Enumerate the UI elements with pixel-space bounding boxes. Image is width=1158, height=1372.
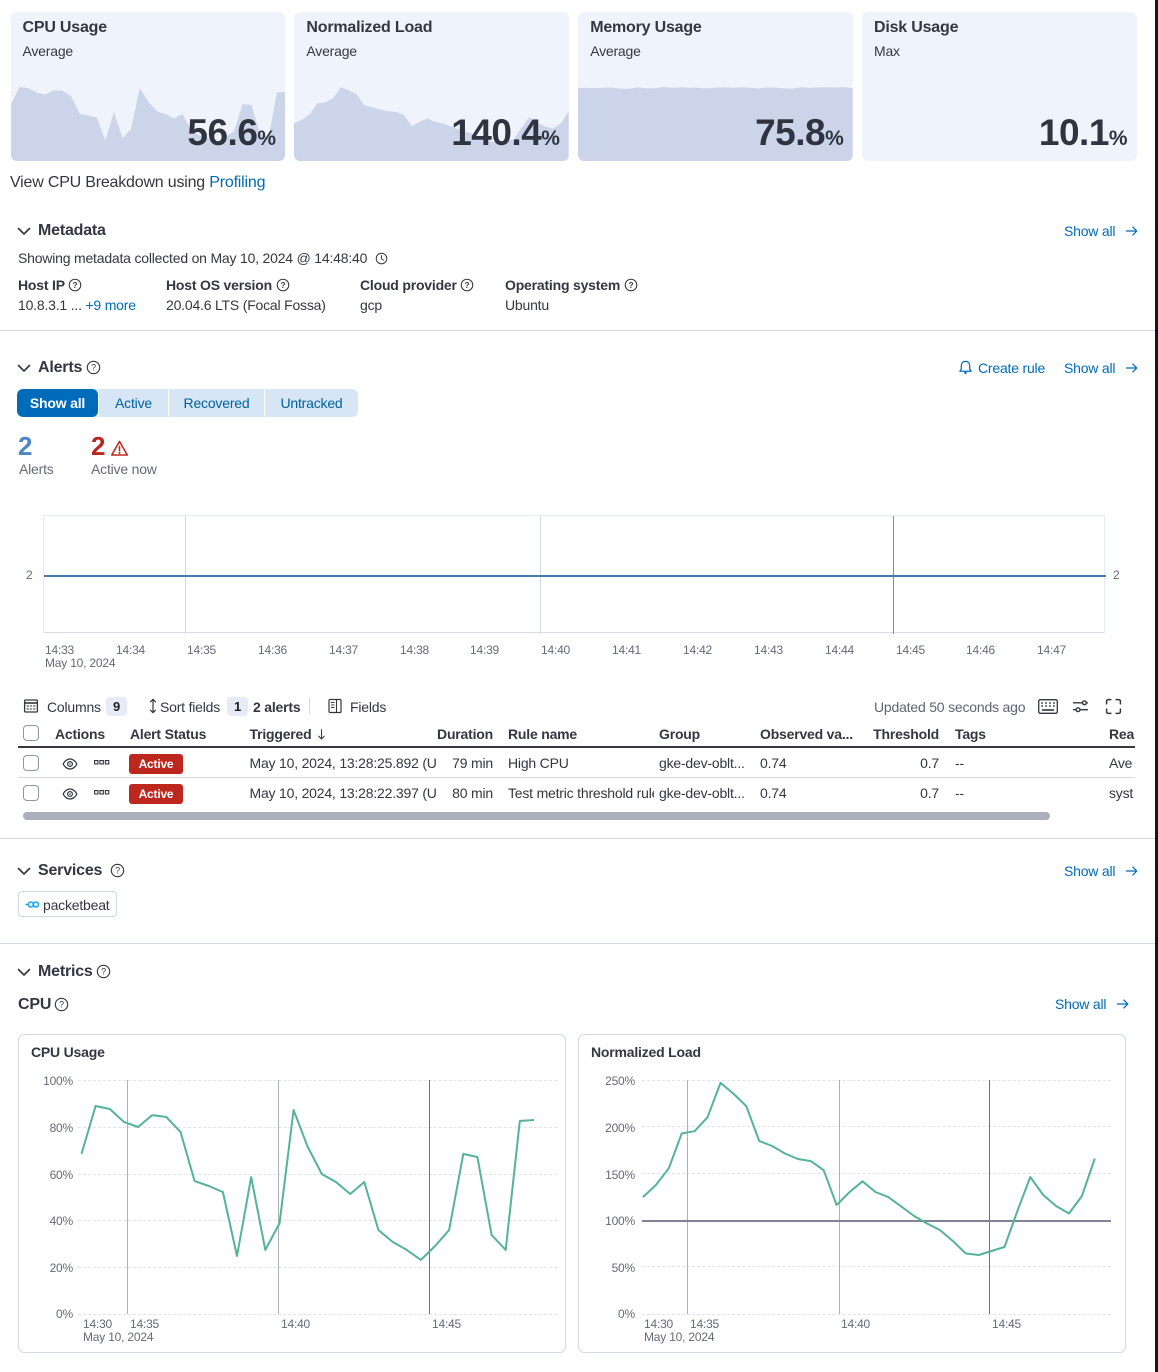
svg-text:?: ? bbox=[101, 967, 106, 977]
svg-text:?: ? bbox=[91, 363, 96, 373]
svg-text:?: ? bbox=[280, 280, 285, 290]
svg-text:?: ? bbox=[465, 280, 470, 290]
svg-text:?: ? bbox=[115, 866, 120, 876]
svg-text:?: ? bbox=[73, 280, 78, 290]
svg-text:?: ? bbox=[59, 1000, 64, 1010]
svg-text:?: ? bbox=[628, 280, 633, 290]
